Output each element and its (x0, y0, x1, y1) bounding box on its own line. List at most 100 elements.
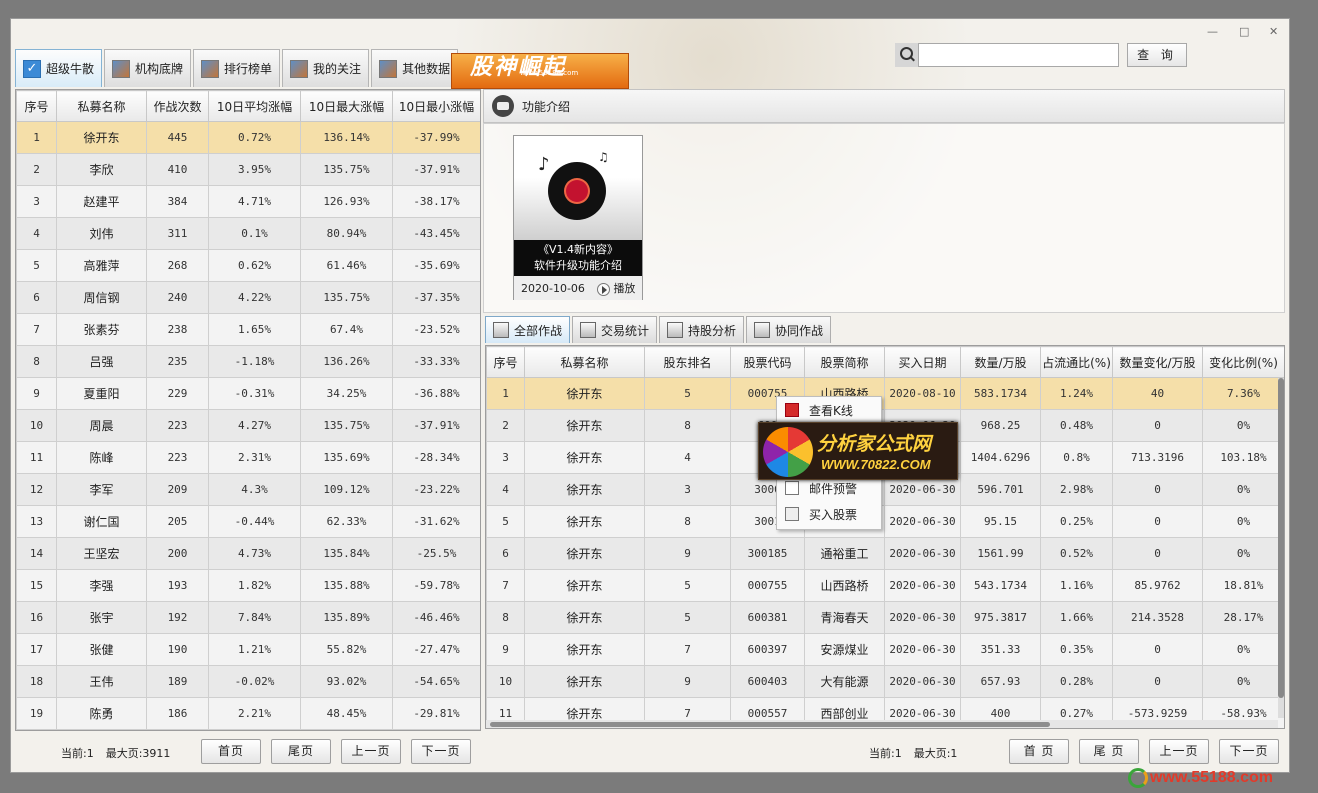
minimize-icon[interactable]: — (1207, 25, 1218, 38)
table-cell: 200 (146, 537, 209, 570)
menu-item-view-kline[interactable]: 查看K线 (777, 397, 881, 423)
table-cell: 0% (1202, 633, 1284, 666)
table-cell: -23.22% (392, 473, 480, 506)
column-header[interactable]: 数量/万股 (960, 346, 1041, 378)
table-row[interactable]: 1 徐开东 5 000755 山西路桥 2020-08-10 583.1734 1.24% 40… (486, 377, 1284, 410)
table-cell: 0.48% (1040, 409, 1113, 442)
tab-super-investor[interactable]: ✓ 超级牛散 (15, 49, 103, 87)
table-cell: 1.24% (1040, 377, 1113, 410)
tab-collaboration[interactable]: 协同作战 (746, 316, 832, 343)
column-header[interactable]: 序号 (486, 346, 525, 378)
play-button[interactable]: 播放 (596, 280, 635, 296)
tab-ranking[interactable]: 排行榜单 (193, 49, 281, 87)
video-card[interactable]: ♪ ♫ 《V1.4新内容》 软件升级功能介绍 2020-10-06 播放 (513, 135, 643, 300)
table-cell: 2020-08-10 (884, 377, 961, 410)
column-header[interactable]: 股东排名 (644, 346, 731, 378)
right-last-page-button[interactable]: 尾 页 (1079, 739, 1139, 764)
watermark-overlay: 分析家公式网 WWW.70822.COM (758, 422, 958, 480)
table-row[interactable]: 10 徐开东 9 600403 大有能源 2020-06-30 657.93 0.28% 0 0% (486, 665, 1284, 698)
table-row[interactable]: 18 王伟 189 -0.02% 93.02% -54.65% (16, 665, 480, 698)
column-header[interactable]: 作战次数 (146, 90, 209, 122)
column-header[interactable]: 10日平均涨幅 (208, 90, 301, 122)
close-icon[interactable]: ✕ (1269, 25, 1278, 38)
table-cell: -31.62% (392, 505, 480, 538)
column-header[interactable]: 股票代码 (730, 346, 805, 378)
video-caption: 《V1.4新内容》 软件升级功能介绍 (514, 240, 642, 276)
column-header[interactable]: 私募名称 (56, 90, 147, 122)
column-header[interactable]: 买入日期 (884, 346, 961, 378)
watermark-url: WWW.70822.COM (821, 457, 931, 472)
promo-banner[interactable]: 股神崛起 www.55188.com (451, 53, 629, 89)
right-first-page-button[interactable]: 首 页 (1009, 739, 1069, 764)
tab-holding-analysis[interactable]: 持股分析 (659, 316, 745, 343)
table-cell: 2020-06-30 (884, 601, 961, 634)
vertical-scrollbar[interactable] (1278, 378, 1284, 718)
table-row[interactable]: 8 吕强 235 -1.18% 136.26% -33.33% (16, 345, 480, 378)
table-cell: -29.81% (392, 697, 480, 730)
table-cell: 1 (486, 377, 525, 410)
column-header[interactable]: 占流通比(%) (1040, 346, 1113, 378)
table-cell: 1.21% (208, 633, 301, 666)
table-row[interactable]: 9 徐开东 7 600397 安源煤业 2020-06-30 351.33 0.35% 0 0% (486, 633, 1284, 666)
table-cell: -59.78% (392, 569, 480, 602)
horizontal-scrollbar[interactable] (486, 720, 1278, 728)
table-row[interactable]: 2 李欣 410 3.95% 135.75% -37.91% (16, 153, 480, 186)
table-cell: -0.02% (208, 665, 301, 698)
column-header[interactable]: 股票简称 (804, 346, 885, 378)
tab-institution[interactable]: 机构底牌 (104, 49, 192, 87)
play-icon (596, 282, 610, 296)
right-next-page-button[interactable]: 下一页 (1219, 739, 1279, 764)
table-row[interactable]: 11 陈峰 223 2.31% 135.69% -28.34% (16, 441, 480, 474)
column-header[interactable]: 变化比例(%) (1202, 346, 1284, 378)
table-row[interactable]: 6 周信钢 240 4.22% 135.75% -37.35% (16, 281, 480, 314)
column-header[interactable]: 数量变化/万股 (1112, 346, 1203, 378)
table-cell: 0% (1202, 537, 1284, 570)
right-prev-page-button[interactable]: 上一页 (1149, 739, 1209, 764)
column-header[interactable]: 10日最小涨幅 (392, 90, 480, 122)
table-row[interactable]: 10 周晨 223 4.27% 135.75% -37.91% (16, 409, 480, 442)
table-row[interactable]: 9 夏重阳 229 -0.31% 34.25% -36.88% (16, 377, 480, 410)
table-row[interactable]: 7 徐开东 5 000755 山西路桥 2020-06-30 543.1734 1.16% 85… (486, 569, 1284, 602)
table-cell: 0.62% (208, 249, 301, 282)
table-row[interactable]: 12 李军 209 4.3% 109.12% -23.22% (16, 473, 480, 506)
table-row[interactable]: 16 张宇 192 7.84% 135.89% -46.46% (16, 601, 480, 634)
table-row[interactable]: 4 刘伟 311 0.1% 80.94% -43.45% (16, 217, 480, 250)
column-header[interactable]: 序号 (16, 90, 57, 122)
column-header[interactable]: 私募名称 (524, 346, 645, 378)
table-cell: 徐开东 (56, 121, 147, 154)
table-cell: 徐开东 (524, 505, 645, 538)
table-row[interactable]: 8 徐开东 5 600381 青海春天 2020-06-30 975.3817 1.66% 21… (486, 601, 1284, 634)
table-cell: -37.91% (392, 409, 480, 442)
tab-other-data[interactable]: 其他数据 (371, 49, 459, 87)
table-row[interactable]: 19 陈勇 186 2.21% 48.45% -29.81% (16, 697, 480, 730)
tab-all-operations[interactable]: 全部作战 (485, 316, 571, 343)
table-cell: -35.69% (392, 249, 480, 282)
menu-item-buy-stock[interactable]: 买入股票 (777, 501, 881, 527)
table-row[interactable]: 6 徐开东 9 300185 通裕重工 2020-06-30 1561.99 0.52% 0 0% (486, 537, 1284, 570)
table-row[interactable]: 5 高雅萍 268 0.62% 61.46% -35.69% (16, 249, 480, 282)
table-cell: 5 (644, 569, 731, 602)
table-cell: 135.75% (300, 153, 393, 186)
main-window: — □ ✕ ✓ 超级牛散 机构底牌 排行榜单 我的关注 其他数据 股神崛起 ww… (10, 18, 1290, 773)
tab-watchlist[interactable]: 我的关注 (282, 49, 370, 87)
left-first-page-button[interactable]: 首页 (201, 739, 261, 764)
left-last-page-button[interactable]: 尾页 (271, 739, 331, 764)
maximize-icon[interactable]: □ (1239, 25, 1249, 38)
left-prev-page-button[interactable]: 上一页 (341, 739, 401, 764)
table-row[interactable]: 17 张健 190 1.21% 55.82% -27.47% (16, 633, 480, 666)
table-row[interactable]: 3 赵建平 384 4.71% 126.93% -38.17% (16, 185, 480, 218)
tab-trade-stats[interactable]: 交易统计 (572, 316, 658, 343)
table-row[interactable]: 15 李强 193 1.82% 135.88% -59.78% (16, 569, 480, 602)
table-row[interactable]: 13 谢仁国 205 -0.44% 62.33% -31.62% (16, 505, 480, 538)
table-row[interactable]: 1 徐开东 445 0.72% 136.14% -37.99% (16, 121, 480, 154)
table-row[interactable]: 14 王坚宏 200 4.73% 135.84% -25.5% (16, 537, 480, 570)
search-icon[interactable] (895, 43, 919, 67)
search-input[interactable] (895, 43, 1119, 67)
table-row[interactable]: 5 徐开东 8 3001 2020-06-30 95.15 0.25% 0 0% (486, 505, 1284, 538)
table-row[interactable]: 7 张素芬 238 1.65% 67.4% -23.52% (16, 313, 480, 346)
column-header[interactable]: 10日最大涨幅 (300, 90, 393, 122)
search-button[interactable]: 查 询 (1127, 43, 1187, 67)
table-cell: 3 (16, 185, 57, 218)
table-cell: 徐开东 (524, 473, 645, 506)
left-next-page-button[interactable]: 下一页 (411, 739, 471, 764)
